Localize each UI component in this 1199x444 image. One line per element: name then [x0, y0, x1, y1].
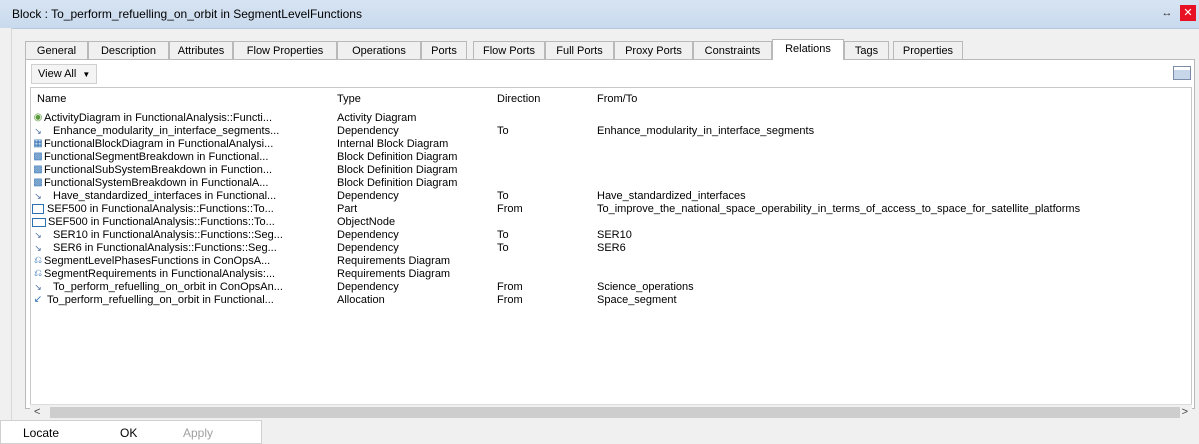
- scroll-thumb[interactable]: [50, 407, 1180, 418]
- locate-button[interactable]: Locate: [23, 426, 59, 440]
- tab-description[interactable]: Description: [88, 41, 169, 59]
- table-row[interactable]: ↘ To_perform_refuelling_on_orbit in ConO…: [31, 281, 1191, 294]
- layout-icon[interactable]: [1173, 66, 1191, 80]
- column-header-name[interactable]: Name: [37, 93, 66, 107]
- internal-block-diagram-icon: ▦: [33, 138, 43, 149]
- tab-proxy-ports[interactable]: Proxy Ports: [614, 41, 693, 59]
- tab-attributes[interactable]: Attributes: [169, 41, 233, 59]
- view-all-dropdown[interactable]: View All ▼: [31, 64, 98, 84]
- left-strip: [0, 28, 12, 420]
- table-row[interactable]: ↘ Enhance_modularity_in_interface_segmen…: [31, 125, 1191, 138]
- object-node-icon: [32, 218, 46, 227]
- dependency-icon: ↘: [34, 243, 42, 253]
- horizontal-scrollbar[interactable]: < >: [30, 404, 1192, 420]
- column-header-direction[interactable]: Direction: [497, 93, 540, 107]
- dependency-icon: ↘: [34, 126, 42, 136]
- chevron-down-icon: ▼: [82, 70, 91, 79]
- activity-diagram-icon: ◉: [33, 112, 43, 123]
- part-icon: [32, 204, 44, 214]
- tab-properties[interactable]: Properties: [893, 41, 963, 59]
- table-row[interactable]: ▩ FunctionalSubSystemBreakdown in Functi…: [31, 164, 1191, 177]
- table-row[interactable]: SEF500 in FunctionalAnalysis::Functions:…: [31, 216, 1191, 229]
- block-definition-diagram-icon: ▩: [33, 164, 43, 175]
- column-header-from-to[interactable]: From/To: [597, 93, 637, 107]
- column-header-type[interactable]: Type: [337, 93, 361, 107]
- table-row[interactable]: ▩ FunctionalSystemBreakdown in Functiona…: [31, 177, 1191, 190]
- dependency-icon: ↘: [34, 230, 42, 240]
- table-row[interactable]: ↘ SER10 in FunctionalAnalysis::Functions…: [31, 229, 1191, 242]
- tab-relations[interactable]: Relations: [772, 39, 844, 60]
- title-bar: Block : To_perform_refuelling_on_orbit i…: [0, 0, 1199, 29]
- dependency-icon: ↘: [34, 191, 42, 201]
- block-definition-diagram-icon: ▩: [33, 151, 43, 162]
- tab-constraints[interactable]: Constraints: [693, 41, 772, 59]
- table-row[interactable]: ↘ SER6 in FunctionalAnalysis::Functions:…: [31, 242, 1191, 255]
- tab-general[interactable]: General: [25, 41, 88, 59]
- table-row[interactable]: ▩ FunctionalSegmentBreakdown in Function…: [31, 151, 1191, 164]
- apply-button[interactable]: Apply: [183, 426, 213, 440]
- requirements-diagram-icon: ⎌: [34, 268, 42, 279]
- scroll-left-icon[interactable]: <: [34, 406, 40, 418]
- table-row[interactable]: ⎌ SegmentLevelPhasesFunctions in ConOpsA…: [31, 255, 1191, 268]
- pin-icon[interactable]: ↔: [1160, 6, 1174, 20]
- toolbar: View All ▼: [29, 64, 1191, 84]
- scroll-right-icon[interactable]: >: [1182, 406, 1188, 418]
- table-row[interactable]: ⎌ SegmentRequirements in FunctionalAnaly…: [31, 268, 1191, 281]
- tab-full-ports[interactable]: Full Ports: [545, 41, 614, 59]
- tab-flow-properties[interactable]: Flow Properties: [233, 41, 337, 59]
- requirements-diagram-icon: ⎌: [34, 255, 42, 266]
- tab-tags[interactable]: Tags: [844, 41, 889, 59]
- relations-grid: Name Type Direction From/To ◉ ActivityDi…: [30, 87, 1192, 405]
- table-row[interactable]: ↘ Have_standardized_interfaces in Functi…: [31, 190, 1191, 203]
- ok-button[interactable]: OK: [120, 426, 137, 440]
- allocation-icon: ↙: [33, 294, 43, 305]
- close-icon[interactable]: ✕: [1180, 5, 1196, 21]
- table-row[interactable]: ▦ FunctionalBlockDiagram in FunctionalAn…: [31, 138, 1191, 151]
- tab-flow-ports[interactable]: Flow Ports: [473, 41, 545, 59]
- tab-ports[interactable]: Ports: [421, 41, 467, 59]
- view-all-label: View All: [38, 68, 77, 80]
- bottom-button-bar: Locate OK Apply: [0, 420, 262, 444]
- table-row[interactable]: SEF500 in FunctionalAnalysis::Functions:…: [31, 203, 1191, 216]
- tab-operations[interactable]: Operations: [337, 41, 421, 59]
- window-title: Block : To_perform_refuelling_on_orbit i…: [12, 7, 362, 21]
- table-row[interactable]: ◉ ActivityDiagram in FunctionalAnalysis:…: [31, 112, 1191, 125]
- dependency-icon: ↘: [34, 282, 42, 292]
- block-definition-diagram-icon: ▩: [33, 177, 43, 188]
- table-row[interactable]: ↙ To_perform_refuelling_on_orbit in Func…: [31, 294, 1191, 307]
